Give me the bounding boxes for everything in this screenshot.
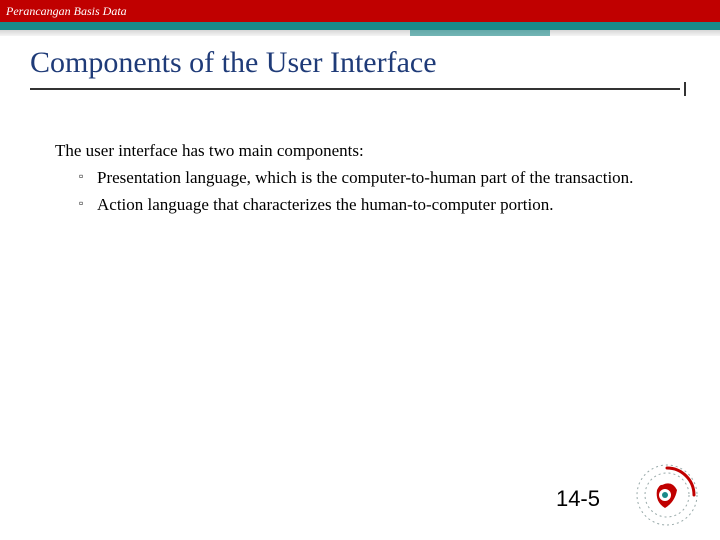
body: The user interface has two main componen… (0, 80, 720, 217)
accent-bar (0, 22, 720, 30)
heading-wrap: Components of the User Interface (0, 36, 720, 80)
bullet-list: Presentation language, which is the comp… (55, 167, 665, 217)
list-item: Action language that characterizes the h… (79, 194, 665, 217)
list-item: Presentation language, which is the comp… (79, 167, 665, 190)
course-title: Perancangan Basis Data (6, 4, 127, 19)
heading-underline (30, 88, 680, 90)
page-number: 14-5 (556, 486, 600, 512)
lead-text: The user interface has two main componen… (55, 140, 665, 163)
page-title: Components of the User Interface (30, 46, 720, 80)
university-logo-icon (632, 460, 702, 530)
header-bar: Perancangan Basis Data (0, 0, 720, 22)
slide: Perancangan Basis Data Components of the… (0, 0, 720, 540)
